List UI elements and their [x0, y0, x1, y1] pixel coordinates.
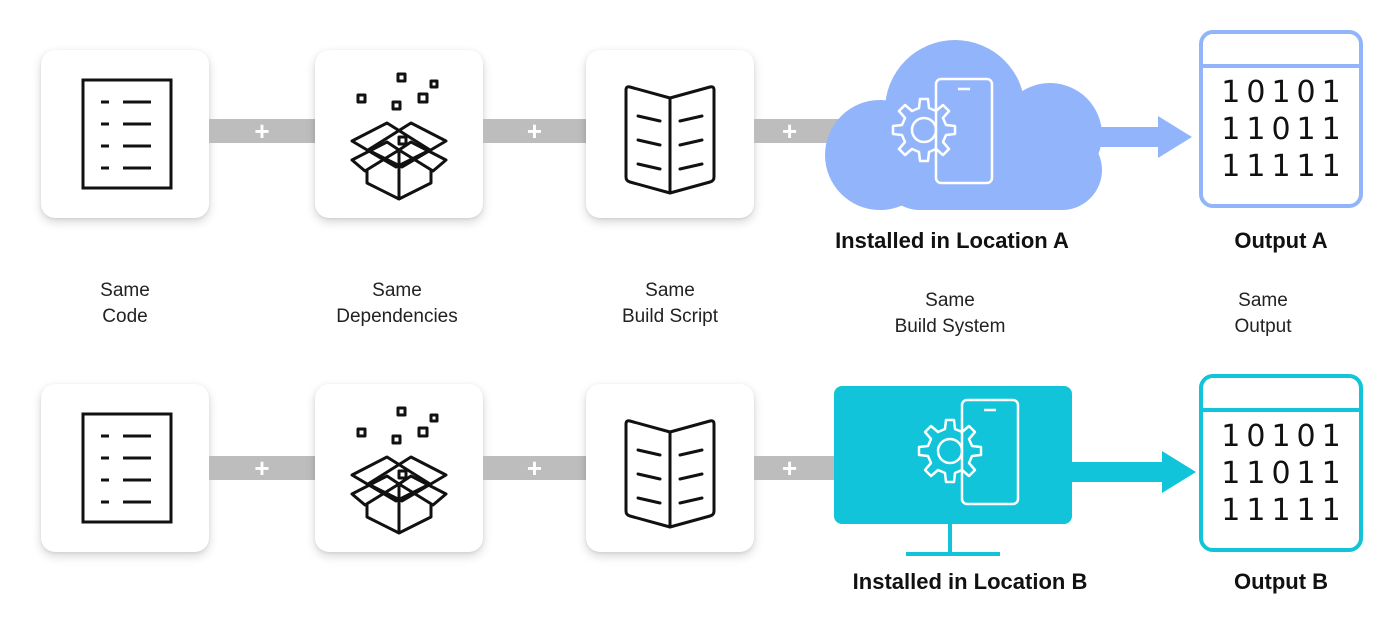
window-divider [1203, 408, 1359, 412]
output-window-a: 10101 11011 11111 [1199, 30, 1363, 208]
output-window-b: 10101 11011 11111 [1199, 374, 1363, 552]
code-card-a [41, 50, 209, 218]
plus-connector: + [209, 116, 315, 146]
dependencies-box-icon [315, 50, 483, 218]
dependencies-card-a [315, 50, 483, 218]
plus-icon: + [782, 453, 798, 483]
system-label-a: Installed in Location A [835, 228, 1069, 253]
build-script-book-icon [586, 50, 754, 218]
cloud-icon [825, 40, 1102, 210]
system-label-b: Installed in Location B [852, 569, 1088, 594]
output-label-a: Output A [1234, 228, 1328, 253]
plus-connector: + [483, 453, 586, 483]
same-output-label: Same Output [1234, 290, 1292, 337]
output-label-b: Output B [1233, 569, 1329, 594]
plus-icon: + [254, 453, 270, 483]
plus-connector: + [483, 116, 586, 146]
plus-icon: + [254, 116, 270, 146]
dependencies-card-b [315, 384, 483, 552]
plus-connector: + [754, 453, 836, 483]
binary-bits: 10101 11011 11111 [1221, 75, 1347, 184]
code-document-icon [41, 50, 209, 218]
build-script-card-a [586, 50, 754, 218]
same-dependencies-label: Same Dependencies [336, 280, 458, 327]
monitor-build-system-b [834, 386, 1196, 556]
binary-bits: 10101 11011 11111 [1221, 419, 1347, 528]
plus-icon: + [526, 116, 543, 146]
same-build-system-label: Same Build System [894, 290, 1006, 337]
same-code-label: Same Code [100, 280, 150, 327]
plus-icon: + [526, 453, 543, 483]
arrow-right-icon [1070, 451, 1196, 493]
cloud-build-system-a [825, 40, 1192, 210]
dependencies-box-icon [315, 384, 483, 552]
monitor-icon [834, 386, 1072, 556]
build-script-book-icon [586, 384, 754, 552]
plus-connector: + [209, 453, 315, 483]
same-build-script-label: Same Build Script [621, 280, 719, 327]
build-script-card-b [586, 384, 754, 552]
code-card-b [41, 384, 209, 552]
code-document-icon [41, 384, 209, 552]
plus-icon: + [782, 116, 798, 146]
window-divider [1203, 64, 1359, 68]
